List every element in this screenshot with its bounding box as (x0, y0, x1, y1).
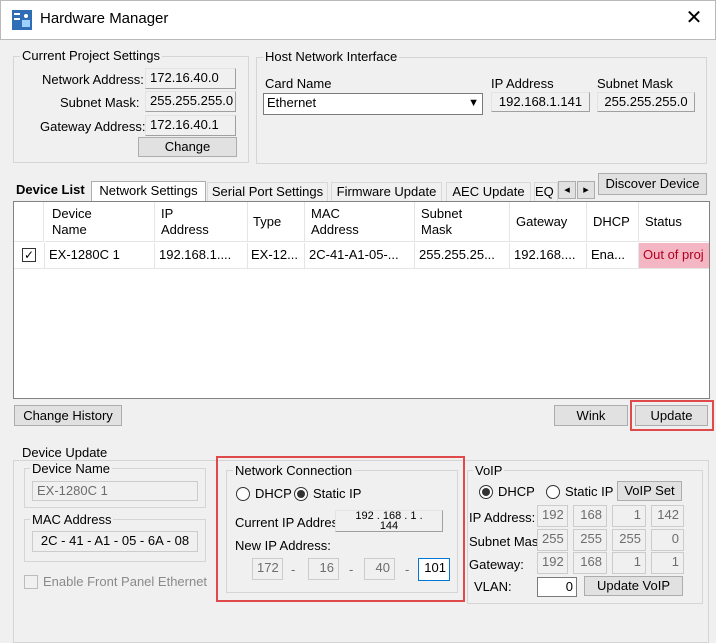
subnet-mask-value: 255.255.255.0 (145, 91, 236, 112)
window-title: Hardware Manager (40, 10, 169, 27)
ip-separator: - (291, 562, 296, 577)
nc-dhcp-radio[interactable] (236, 487, 250, 501)
new-ip-octet-4-input[interactable]: 101 (418, 558, 450, 581)
column-header-gateway[interactable]: Gateway (510, 202, 587, 242)
mac-address-field: 2C - 41 - A1 - 05 - 6A - 08 (32, 531, 198, 552)
voip-set-button[interactable]: VoIP Set (617, 481, 682, 501)
tab-serial-port-settings[interactable]: Serial Port Settings (207, 182, 328, 201)
voip-gateway-label: Gateway: (469, 557, 524, 572)
current-ip-label: Current IP Addres (235, 515, 337, 530)
voip-gateway-octet-1: 192 (537, 552, 568, 574)
current-ip-line2: 144 (379, 520, 399, 532)
nc-static-ip-label: Static IP (313, 486, 362, 501)
column-header-status[interactable]: Status (639, 202, 709, 242)
wink-button[interactable]: Wink (554, 405, 628, 426)
tab-scroll-left-button[interactable]: ◂ (558, 181, 576, 199)
column-header-device-name[interactable]: Device Name (45, 202, 155, 242)
network-address-label: Network Address: (42, 72, 144, 87)
voip-subnet-octet-1: 255 (537, 529, 568, 551)
network-connection-title: Network Connection (233, 463, 355, 478)
new-ip-octet-1: 172 (252, 558, 283, 580)
discover-device-button[interactable]: Discover Device (598, 173, 707, 195)
voip-ip-octet-1: 192 (537, 505, 568, 527)
cell-dhcp[interactable]: Ena... (587, 243, 639, 269)
table-row-checkbox-cell: ✓ (14, 243, 45, 269)
current-project-settings-title: Current Project Settings (20, 48, 163, 63)
voip-subnet-octet-3: 255 (612, 529, 646, 551)
voip-ip-octet-3: 1 (612, 505, 646, 527)
new-ip-label: New IP Address: (235, 538, 331, 553)
host-ip-value: 192.168.1.141 (491, 92, 590, 112)
voip-dhcp-label: DHCP (498, 484, 535, 499)
device-name-title: Device Name (30, 461, 113, 476)
voip-subnet-label: Subnet Mas (469, 534, 539, 549)
enable-front-panel-checkbox[interactable] (24, 575, 38, 589)
chevron-down-icon[interactable]: ▼ (468, 97, 479, 109)
voip-title: VoIP (473, 463, 505, 478)
gateway-address-label: Gateway Address: (40, 119, 146, 134)
card-name-label: Card Name (265, 76, 332, 91)
voip-static-ip-label: Static IP (565, 484, 614, 499)
change-history-button[interactable]: Change History (14, 405, 122, 426)
close-icon[interactable]: ✕ (683, 6, 705, 30)
hardware-manager-app-icon (12, 10, 32, 30)
host-ip-label: IP Address (491, 76, 554, 91)
new-ip-octet-2: 16 (308, 558, 339, 580)
voip-vlan-label: VLAN: (474, 579, 512, 594)
cell-status[interactable]: Out of proj (639, 243, 709, 269)
new-ip-octet-3: 40 (364, 558, 395, 580)
cell-subnet-mask[interactable]: 255.255.25... (415, 243, 510, 269)
device-list-title: Device List (16, 182, 85, 197)
voip-gateway-octet-3: 1 (612, 552, 646, 574)
tab-eq[interactable]: EQ (534, 182, 558, 201)
tab-firmware-update[interactable]: Firmware Update (331, 182, 442, 201)
cell-type[interactable]: EX-12... (247, 243, 305, 269)
voip-ip-label: IP Address: (469, 510, 536, 525)
column-header-mac-address[interactable]: MAC Address (305, 202, 415, 242)
cell-mac-address[interactable]: 2C-41-A1-05-... (305, 243, 415, 269)
change-button[interactable]: Change (138, 137, 237, 157)
column-header-type[interactable]: Type (247, 202, 305, 242)
voip-dhcp-radio[interactable] (479, 485, 493, 499)
cell-device-name[interactable]: EX-1280C 1 (45, 243, 155, 269)
device-name-field[interactable]: EX-1280C 1 (32, 481, 198, 501)
subnet-mask-label: Subnet Mask: (60, 95, 140, 110)
voip-subnet-octet-4: 0 (651, 529, 684, 551)
nc-dhcp-label: DHCP (255, 486, 292, 501)
update-button[interactable]: Update (635, 405, 708, 426)
column-header-subnet-mask[interactable]: Subnet Mask (415, 202, 510, 242)
current-ip-value: 192 . 168 . 1 . 144 (335, 510, 443, 532)
device-grid[interactable]: Device Name IP Address Type MAC Address … (13, 201, 710, 399)
host-network-interface-title: Host Network Interface (263, 49, 400, 64)
gateway-address-value: 172.16.40.1 (145, 115, 236, 136)
network-address-value: 172.16.40.0 (145, 68, 236, 89)
card-name-value: Ethernet (267, 95, 317, 110)
row-select-checkbox[interactable]: ✓ (22, 248, 36, 262)
host-subnet-value: 255.255.255.0 (597, 92, 695, 112)
ip-separator: - (405, 562, 410, 577)
tab-network-settings[interactable]: Network Settings (91, 181, 206, 201)
enable-front-panel-label: Enable Front Panel Ethernet (43, 574, 208, 589)
cell-gateway[interactable]: 192.168.... (510, 243, 587, 269)
tab-scroll-right-button[interactable]: ▸ (577, 181, 595, 199)
mac-address-title: MAC Address (30, 512, 114, 527)
host-subnet-label: Subnet Mask (597, 76, 673, 91)
voip-static-ip-radio[interactable] (546, 485, 560, 499)
voip-vlan-input[interactable]: 0 (537, 577, 577, 597)
voip-ip-octet-2: 168 (573, 505, 607, 527)
cell-ip-address[interactable]: 192.168.1.... (155, 243, 248, 269)
column-header-dhcp[interactable]: DHCP (587, 202, 639, 242)
column-header-ip-address[interactable]: IP Address (155, 202, 248, 242)
voip-subnet-octet-2: 255 (573, 529, 607, 551)
grid-header-checkbox (14, 202, 44, 242)
nc-static-ip-radio[interactable] (294, 487, 308, 501)
voip-gateway-octet-4: 1 (651, 552, 684, 574)
tab-aec-update[interactable]: AEC Update (446, 182, 531, 201)
voip-ip-octet-4: 142 (651, 505, 684, 527)
update-voip-button[interactable]: Update VoIP (584, 576, 683, 596)
voip-gateway-octet-2: 168 (573, 552, 607, 574)
ip-separator: - (349, 562, 354, 577)
device-update-title: Device Update (20, 445, 110, 460)
card-name-select[interactable]: Ethernet ▼ (263, 93, 483, 115)
